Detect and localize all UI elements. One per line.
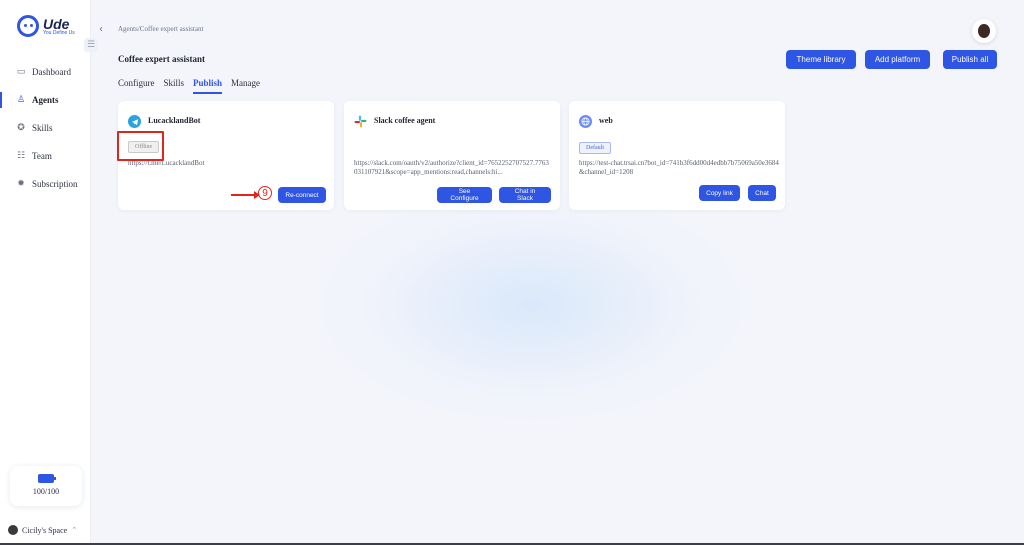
sidebar-item-label: Team — [32, 151, 52, 161]
platform-name: Slack coffee agent — [374, 116, 436, 125]
tab-manage[interactable]: Manage — [231, 78, 260, 94]
chat-in-slack-button[interactable]: Chat in Slack — [499, 187, 551, 203]
logo-name: Ude — [43, 15, 70, 32]
back-chevron-icon[interactable]: ‹ — [99, 24, 103, 35]
sidebar-item-team[interactable]: ☷ Team — [0, 142, 91, 170]
platform-card-web: web Default https://test-chat.trsai.cn?b… — [569, 101, 785, 210]
main-content: ‹ Agents/Coffee expert assistant Coffee … — [92, 0, 1024, 543]
sidebar-item-subscription[interactable]: ✹ Subscription — [0, 170, 91, 198]
team-icon: ☷ — [16, 151, 26, 161]
status-badge: Default — [579, 142, 611, 154]
logo-icon — [17, 15, 39, 37]
sidebar-nav: ▭ Dashboard ♙ Agents ✪ Skills ☷ Team ✹ S… — [0, 58, 91, 198]
agent-icon: ♙ — [16, 95, 26, 105]
dashboard-icon: ▭ — [16, 67, 26, 77]
platform-name: LucacklandBot — [148, 116, 201, 125]
sidebar: Ude You Define Us ▭ Dashboard ♙ Agents ✪… — [0, 0, 91, 543]
tab-publish[interactable]: Publish — [193, 78, 223, 94]
sidebar-item-label: Dashboard — [32, 67, 71, 77]
settings-gear-icon: ✹ — [17, 179, 25, 189]
sidebar-item-label: Subscription — [32, 179, 78, 189]
sidebar-item-agents[interactable]: ♙ Agents — [0, 86, 91, 114]
space-switcher[interactable]: Cicily's Space ⌃ — [8, 525, 77, 535]
breadcrumb: Agents/Coffee expert assistant — [118, 25, 204, 33]
copy-link-button[interactable]: Copy link — [699, 185, 740, 201]
sidebar-item-label: Skills — [32, 123, 53, 133]
annotation-step-number: 9 — [258, 186, 272, 200]
battery-icon — [38, 474, 56, 483]
chevron-up-icon: ⌃ — [71, 526, 78, 534]
annotation-highlight-box — [117, 131, 164, 161]
slack-icon — [354, 115, 367, 128]
publish-all-button[interactable]: Publish all — [943, 50, 997, 69]
platform-url: https://slack.com/oauth/v2/authorize?cli… — [354, 159, 549, 176]
sidebar-item-dashboard[interactable]: ▭ Dashboard — [0, 58, 91, 86]
space-name: Cicily's Space — [22, 525, 68, 535]
see-configure-button[interactable]: See Configure — [437, 187, 492, 203]
telegram-icon — [128, 115, 141, 128]
tab-configure[interactable]: Configure — [118, 78, 155, 94]
skills-icon: ✪ — [17, 123, 25, 133]
platform-url: https://test-chat.trsai.cn?bot_id=741b3f… — [579, 159, 779, 176]
credits-widget[interactable]: 100/100 — [10, 466, 82, 506]
annotation-arrow-icon — [231, 191, 260, 199]
platform-name: web — [599, 116, 613, 125]
user-avatar[interactable] — [972, 19, 996, 43]
sidebar-item-label: Agents — [32, 95, 59, 105]
page-title: Coffee expert assistant — [118, 54, 205, 64]
space-avatar — [8, 525, 18, 535]
chat-button[interactable]: Chat — [748, 185, 776, 201]
add-platform-button[interactable]: Add platform — [865, 50, 930, 69]
tab-bar: Configure Skills Publish Manage — [118, 78, 269, 94]
reconnect-button[interactable]: Re-connect — [278, 187, 326, 203]
platform-card-slack: Slack coffee agent https://slack.com/oau… — [344, 101, 560, 210]
globe-icon — [579, 115, 592, 128]
credits-count: 100/100 — [32, 487, 60, 496]
theme-library-button[interactable]: Theme library — [786, 50, 856, 69]
tab-skills[interactable]: Skills — [164, 78, 185, 94]
app-logo[interactable]: Ude You Define Us — [17, 15, 75, 37]
sidebar-item-skills[interactable]: ✪ Skills — [0, 114, 91, 142]
logo-tagline: You Define Us — [43, 29, 75, 36]
